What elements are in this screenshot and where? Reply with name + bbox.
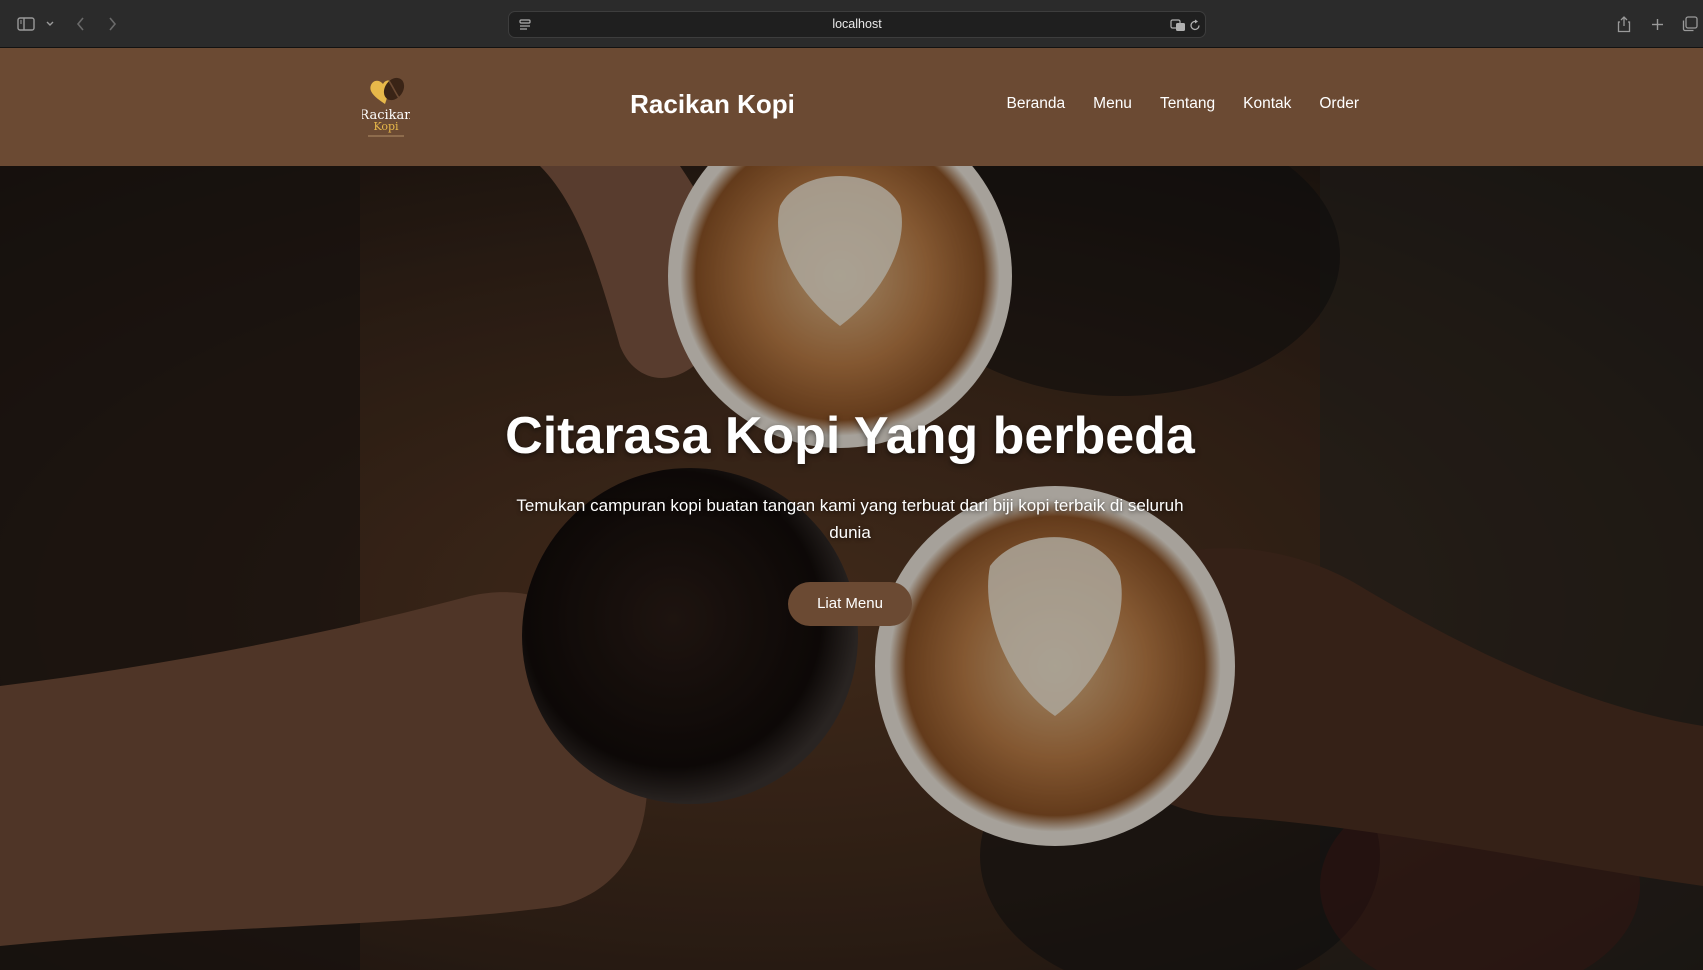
hero-content: Citarasa Kopi Yang berbeda Temukan campu… — [500, 406, 1200, 626]
forward-arrow-icon[interactable] — [104, 12, 120, 36]
nav-link-kontak[interactable]: Kontak — [1243, 92, 1291, 116]
share-icon[interactable] — [1614, 12, 1634, 36]
url-text: localhost — [832, 17, 882, 31]
reload-icon[interactable] — [1187, 13, 1203, 37]
hero-subtitle: Temukan campuran kopi buatan tangan kami… — [516, 496, 1184, 542]
brand-logo[interactable]: Racikan Kopi — [359, 74, 413, 140]
nav-link-beranda[interactable]: Beranda — [1007, 92, 1066, 116]
back-arrow-icon[interactable] — [72, 12, 88, 36]
main-nav: Beranda Menu Tentang Kontak Order — [1007, 92, 1359, 116]
view-menu-button[interactable]: Liat Menu — [788, 582, 912, 626]
tab-overview-icon[interactable] — [1680, 12, 1700, 36]
site-title: Racikan Kopi — [630, 89, 795, 119]
hero-title: Citarasa Kopi Yang berbeda — [505, 407, 1195, 465]
sidebar-icon[interactable] — [15, 12, 37, 36]
hero-section: Citarasa Kopi Yang berbeda Temukan campu… — [0, 166, 1703, 970]
nav-link-menu[interactable]: Menu — [1093, 92, 1132, 116]
nav-link-order[interactable]: Order — [1319, 92, 1359, 116]
logo-text-kopi: Kopi — [373, 120, 399, 133]
address-bar[interactable]: localhost — [508, 11, 1206, 38]
site-header: Racikan Kopi Racikan Kopi Beranda Menu T… — [0, 48, 1703, 166]
browser-toolbar: localhost — [0, 0, 1703, 48]
translate-icon[interactable] — [1169, 13, 1187, 37]
nav-link-tentang[interactable]: Tentang — [1160, 92, 1215, 116]
chevron-down-icon[interactable] — [44, 12, 56, 36]
new-tab-icon[interactable] — [1647, 12, 1667, 36]
